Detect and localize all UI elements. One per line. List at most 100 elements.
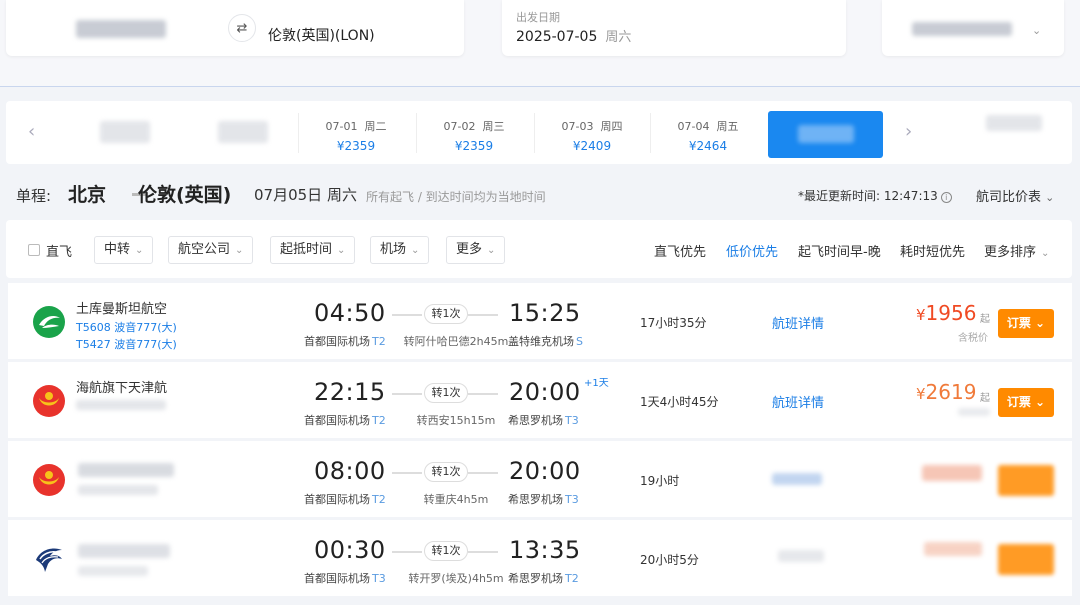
route-line [468, 393, 498, 395]
filter-airport-label: 机场 [380, 242, 407, 257]
tianjin-airlines-logo-icon [32, 463, 66, 497]
flight-duration: 20小时5分 [640, 553, 699, 567]
departure-airport-name: 首都国际机场 [304, 414, 370, 427]
flight-row[interactable]: 00:30 首都国际机场 T3 转1次 转开罗(埃及)4h5m 13:35 希思罗… [8, 520, 1072, 596]
egyptair-logo-icon [32, 542, 66, 576]
filter-airline[interactable]: 航空公司 ⌄ [168, 236, 254, 264]
date-cell-date: 07-04 [677, 120, 710, 133]
filter-airline-label: 航空公司 [178, 242, 231, 257]
sort-direct-first[interactable]: 直飞优先 [654, 241, 706, 260]
flight-details-link[interactable]: 航班详情 [772, 313, 824, 332]
destination-field[interactable]: 伦敦(英国)(LON) [268, 25, 375, 45]
date-field[interactable]: 2025-07-05 周六 [516, 26, 631, 45]
departure-time: 04:50 [314, 299, 386, 327]
chevron-down-icon[interactable]: ⌄ [1032, 24, 1041, 37]
date-cell-0703[interactable]: 07-03 周四 ¥2409 [534, 113, 649, 153]
flight-price: ¥2619 [916, 380, 976, 404]
passenger-box[interactable]: ⌄ [882, 0, 1064, 56]
last-update-text: *最近更新时间: 12:47:13 [798, 189, 938, 203]
date-cell-0701[interactable]: 07-01 周二 ¥2359 [298, 113, 413, 153]
price-amount: 1956 [925, 301, 977, 325]
route-line [392, 472, 422, 474]
route-header: 单程: 北京 伦敦(英国) 07月05日 周六 所有起飞 / 到达时间均为当地时… [16, 180, 1066, 210]
sort-more[interactable]: 更多排序 ⌄ [984, 241, 1049, 260]
filter-time-label: 起抵时间 [280, 242, 333, 257]
transfer-info: 转西安15h15m [416, 414, 496, 427]
transfer-badge[interactable]: 转1次 [424, 304, 468, 324]
departure-time: 22:15 [314, 378, 386, 406]
filter-transfer[interactable]: 中转 ⌄ [94, 236, 154, 264]
flight-row[interactable]: 土库曼斯坦航空 T5608 波音777(大) T5427 波音777(大) 04… [8, 283, 1072, 359]
next-date-icon[interactable]: › [905, 121, 912, 142]
date-label: 出发日期 [516, 11, 560, 24]
book-button[interactable]: 订票 ⌄ [998, 388, 1054, 417]
arrival-time: 20:00 [509, 457, 581, 485]
date-cell-price: ¥2359 [336, 139, 376, 153]
departure-airport-name: 首都国际机场 [304, 335, 370, 348]
filter-more[interactable]: 更多 ⌄ [446, 236, 506, 264]
prev-date-icon[interactable]: ‹ [28, 121, 35, 142]
transfer-info: 转重庆4h5m [423, 493, 489, 506]
filter-airport[interactable]: 机场 ⌄ [370, 236, 430, 264]
transfer-badge[interactable]: 转1次 [424, 541, 468, 561]
date-cell-selected[interactable] [768, 111, 883, 158]
flight-row[interactable]: 08:00 首都国际机场 T2 转1次 转重庆4h5m 20:00 希思罗机场 T3… [8, 441, 1072, 517]
flight-row[interactable]: 海航旗下天津航 22:15 首都国际机场 T2 转1次 转西安15h15m 20:… [8, 362, 1072, 438]
date-cell-0702[interactable]: 07-02 周三 ¥2359 [416, 113, 531, 153]
next-day-badge: +1天 [584, 378, 609, 389]
direct-label[interactable]: 直飞 [46, 241, 72, 260]
date-box[interactable]: 出发日期 2025-07-05 周六 [502, 0, 846, 56]
departure-time: 00:30 [314, 536, 386, 564]
arrival-airport-name: 希思罗机场 [508, 493, 563, 506]
date-strip: ‹ 07-01 周二 ¥2359 07-02 周三 ¥2359 07-03 周四 ¥2… [6, 101, 1072, 164]
direct-checkbox[interactable] [28, 244, 40, 256]
date-cell-weekday: 周四 [600, 120, 623, 133]
airline-name: 海航旗下天津航 [76, 381, 168, 396]
date-cell-0704[interactable]: 07-04 周五 ¥2464 [650, 113, 765, 153]
date-cell-hidden[interactable] [196, 115, 286, 149]
airline-compare-button[interactable]: 航司比价表 ⌄ [976, 186, 1054, 205]
book-button[interactable] [998, 465, 1054, 496]
arrival-airport: 希思罗机场 T3 [508, 491, 579, 507]
departure-terminal: T3 [372, 572, 386, 585]
date-cell-hidden[interactable] [78, 115, 168, 149]
price-currency: ¥ [916, 306, 926, 324]
arrival-time: 20:00 [509, 378, 581, 406]
search-bar: ⇄ 伦敦(英国)(LON) 出发日期 2025-07-05 周六 ⌄ [0, 0, 1080, 87]
flight-number-link[interactable]: T5608 波音777(大) [76, 319, 177, 335]
destination-box[interactable]: ⇄ 伦敦(英国)(LON) [6, 0, 464, 56]
sort-more-label: 更多排序 [984, 245, 1037, 260]
chevron-down-icon: ⌄ [1041, 248, 1050, 259]
route-date: 07月05日 周六 [254, 186, 357, 204]
departure-terminal: T2 [372, 335, 386, 348]
departure-terminal: T2 [372, 414, 386, 427]
filter-time[interactable]: 起抵时间 ⌄ [270, 236, 356, 264]
sort-shortest-duration[interactable]: 耗时短优先 [900, 241, 965, 260]
arrival-terminal: T2 [565, 572, 579, 585]
departure-airport: 首都国际机场 T3 [304, 570, 386, 586]
departure-airport-name: 首都国际机场 [304, 493, 370, 506]
transfer-badge[interactable]: 转1次 [424, 462, 468, 482]
transfer-badge[interactable]: 转1次 [424, 383, 468, 403]
arrival-airport: 希思罗机场 T2 [508, 570, 579, 586]
filter-bar: 直飞 中转 ⌄ 航空公司 ⌄ 起抵时间 ⌄ 机场 ⌄ 更多 ⌄ 直飞优先 低价优先 起飞时… [6, 220, 1072, 278]
arrival-airport-name: 希思罗机场 [508, 572, 563, 585]
sort-departure-time[interactable]: 起飞时间早-晚 [798, 241, 881, 260]
date-value: 2025-07-05 [516, 29, 598, 45]
price-currency: ¥ [916, 385, 926, 403]
date-cell-weekday: 周三 [482, 120, 505, 133]
book-button[interactable] [998, 544, 1054, 575]
date-cell-hidden[interactable] [966, 115, 1056, 149]
flight-details-link[interactable]: 航班详情 [772, 392, 824, 411]
route-line [468, 314, 498, 316]
flight-duration: 17小时35分 [640, 316, 707, 330]
airline-name: 土库曼斯坦航空 [76, 302, 168, 317]
swap-icon[interactable]: ⇄ [228, 14, 256, 42]
sort-lowest-price[interactable]: 低价优先 [726, 241, 778, 260]
chevron-down-icon: ⌄ [1045, 191, 1055, 204]
book-button[interactable]: 订票 ⌄ [998, 309, 1054, 338]
flight-number-link[interactable]: T5427 波音777(大) [76, 336, 177, 352]
info-icon[interactable]: i [940, 192, 952, 203]
chevron-down-icon: ⌄ [135, 245, 144, 256]
flight-duration: 1天4小时45分 [640, 395, 719, 409]
